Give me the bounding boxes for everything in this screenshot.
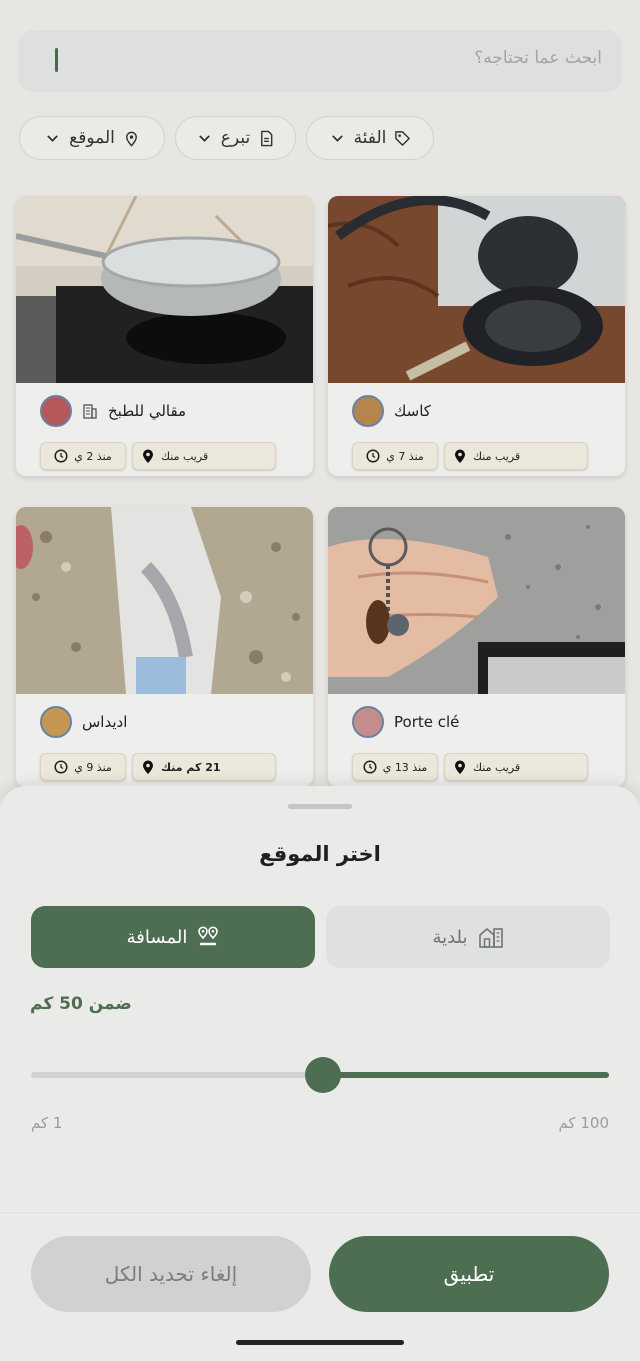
divider xyxy=(0,1212,640,1213)
distance-slider[interactable] xyxy=(31,1057,609,1093)
slider-thumb[interactable] xyxy=(304,1057,341,1093)
slider-fill xyxy=(322,1072,609,1078)
location-bottom-sheet: اختر الموقع بلدية المسافة ضمن 50 كم 1 كم… xyxy=(0,786,640,1361)
screen: ابحث عما تحتاجه؟ الفئة تبرع الموقع مقالي… xyxy=(0,0,640,1361)
distance-value-label: ضمن 50 كم xyxy=(30,994,132,1014)
sheet-drag-handle[interactable] xyxy=(288,804,352,809)
city-building-icon xyxy=(478,928,503,948)
clear-all-button[interactable]: إلغاء تحديد الكل xyxy=(31,1236,311,1312)
slider-max-label: 100 كم xyxy=(558,1114,609,1132)
route-pins-icon xyxy=(198,926,219,946)
tab-municipality[interactable]: بلدية xyxy=(326,906,610,968)
tab-municipality-label: بلدية xyxy=(432,926,468,948)
tab-distance[interactable]: المسافة xyxy=(31,906,315,968)
backdrop-overlay[interactable] xyxy=(0,0,640,800)
slider-min-label: 1 كم xyxy=(31,1114,63,1132)
home-indicator[interactable] xyxy=(236,1340,404,1345)
sheet-title: اختر الموقع xyxy=(259,842,381,866)
tab-distance-label: المسافة xyxy=(126,926,188,948)
apply-button[interactable]: تطبيق xyxy=(329,1236,609,1312)
